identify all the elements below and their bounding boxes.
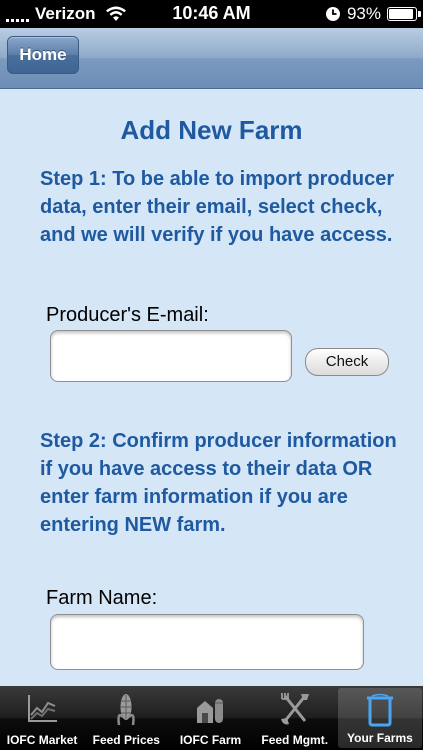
home-button[interactable]: Home: [7, 36, 79, 74]
battery-percent: 93%: [346, 4, 381, 23]
tab-label: Your Farms: [347, 731, 413, 745]
tab-iofc-farm[interactable]: IOFC Farm: [168, 686, 252, 750]
barn-icon: [196, 699, 223, 723]
tab-label: IOFC Farm: [179, 733, 242, 747]
fork-shovel-icon: [280, 693, 309, 725]
battery-icon: [387, 7, 421, 21]
step-1-instructions: Step 1: To be able to import producer da…: [40, 168, 395, 246]
main-content[interactable]: Add New Farm Step 1: To be able to impor…: [0, 89, 423, 686]
tab-your-farms[interactable]: Your Farms: [337, 688, 423, 748]
status-bar: Verizon 10:46 AM 93%: [0, 0, 423, 28]
farm-name-label: Farm Name:: [46, 587, 158, 609]
tab-feed-mgmt[interactable]: Feed Mgmt.: [253, 686, 337, 750]
page-title: Add New Farm: [120, 115, 303, 145]
container-icon: [366, 693, 393, 727]
tab-label: IOFC Market: [6, 733, 78, 747]
battery-nub: [418, 11, 421, 17]
chart-icon: [28, 695, 58, 722]
tab-feed-prices[interactable]: Feed Prices: [84, 686, 168, 750]
corn-icon: [117, 694, 136, 726]
email-label: Producer's E-mail:: [46, 304, 209, 326]
check-button[interactable]: Check: [305, 348, 389, 376]
tab-iofc-market[interactable]: IOFC Market: [0, 686, 84, 750]
step-2-instructions: Step 2: Confirm producer information if …: [40, 430, 397, 536]
battery-fill: [389, 9, 414, 19]
status-right: 93%: [325, 4, 421, 24]
tab-label: Feed Mgmt.: [261, 733, 329, 747]
navigation-bar: Home: [0, 28, 423, 89]
tab-bar: IOFC Market Feed Prices IOFC Farm Feed M…: [0, 686, 423, 750]
email-input[interactable]: [50, 330, 292, 382]
tab-label: Feed Prices: [92, 733, 160, 747]
farm-name-input[interactable]: [50, 614, 364, 670]
clock-lock-icon: [325, 7, 340, 21]
